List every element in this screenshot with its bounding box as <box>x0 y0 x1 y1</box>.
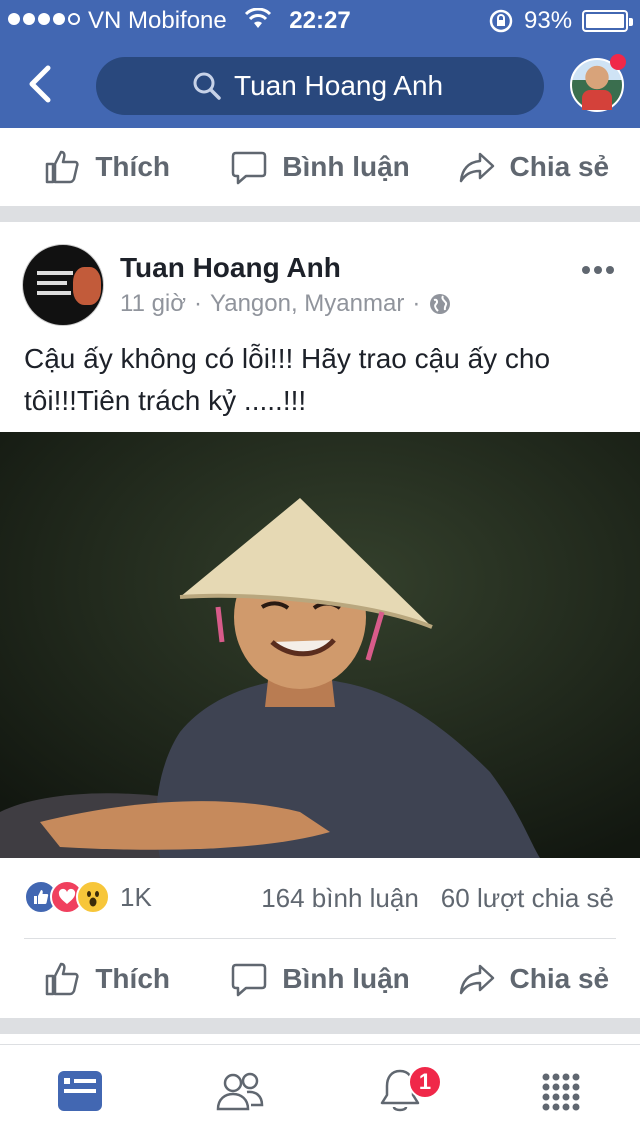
feed-divider <box>0 1018 640 1034</box>
comment-label: Bình luận <box>282 963 410 994</box>
back-arrow-icon[interactable] <box>22 62 62 106</box>
post-meta: 11 giờ · Yangon, Myanmar · <box>120 290 452 318</box>
like-label: Thích <box>95 963 170 994</box>
reaction-summary[interactable]: 1K <box>24 880 152 914</box>
wow-reaction-icon <box>76 880 110 914</box>
reaction-count: 1K <box>120 881 152 912</box>
search-icon <box>193 72 221 100</box>
action-bar-previous-post: Thích Bình luận Chia sẻ <box>0 128 640 206</box>
like-label: Thích <box>95 151 170 182</box>
share-count[interactable]: 60 lượt chia sẻ <box>441 883 614 914</box>
post-time: 11 giờ <box>120 290 186 317</box>
notification-dot <box>610 54 626 70</box>
share-label: Chia sẻ <box>509 151 610 182</box>
post-separator <box>24 938 616 939</box>
share-button[interactable]: Chia sẻ <box>427 128 640 206</box>
feed-divider <box>0 206 640 222</box>
menu-grid-icon <box>542 1073 580 1110</box>
comment-button[interactable]: Bình luận <box>213 128 426 206</box>
like-button[interactable]: Thích <box>0 940 213 1018</box>
like-button[interactable]: Thích <box>0 128 213 206</box>
comment-label: Bình luận <box>282 151 410 182</box>
post-text: Cậu ấy không có lỗi!!! Hãy trao cậu ấy c… <box>24 343 551 416</box>
rotation-lock-icon <box>489 9 513 33</box>
battery-percent: 93% <box>524 7 573 34</box>
comment-bubble-icon <box>231 963 267 997</box>
bottom-tab-bar: 1 <box>0 1044 640 1136</box>
tab-menu[interactable] <box>480 1045 640 1136</box>
tab-notifications[interactable]: 1 <box>320 1045 480 1136</box>
comment-count[interactable]: 164 bình luận <box>261 883 419 914</box>
search-bar[interactable]: Tuan Hoang Anh <box>96 57 544 115</box>
globe-icon <box>430 294 451 314</box>
post-author-avatar[interactable] <box>22 244 104 326</box>
post-photo[interactable] <box>0 432 640 858</box>
post-location[interactable]: Yangon, Myanmar <box>210 290 404 318</box>
thumbs-up-icon <box>46 150 79 184</box>
post-author-name[interactable]: Tuan Hoang Anh <box>120 252 341 284</box>
engagement-counts: 164 bình luận 60 lượt chia sẻ <box>261 883 614 914</box>
tab-news-feed[interactable] <box>0 1045 160 1136</box>
news-feed-icon <box>58 1070 102 1111</box>
share-arrow-icon <box>459 152 494 183</box>
search-query: Tuan Hoang Anh <box>234 70 444 101</box>
thumbs-up-icon <box>46 962 79 996</box>
action-bar-post: Thích Bình luận Chia sẻ <box>0 940 640 1018</box>
status-bar: VN Mobifone 22:27 93% <box>0 0 640 40</box>
photo-illustration <box>0 432 640 858</box>
friends-icon <box>216 1072 264 1110</box>
share-arrow-icon <box>459 964 494 995</box>
tab-friends[interactable] <box>160 1045 320 1136</box>
comment-bubble-icon <box>231 151 267 185</box>
share-button[interactable]: Chia sẻ <box>427 940 640 1018</box>
notification-badge: 1 <box>408 1065 442 1099</box>
comment-button[interactable]: Bình luận <box>213 940 426 1018</box>
share-label: Chia sẻ <box>509 963 610 994</box>
top-header: VN Mobifone 22:27 93% Tuan Hoang Anh <box>0 0 640 128</box>
battery-icon <box>582 10 633 32</box>
post-options-button[interactable] <box>582 266 614 274</box>
